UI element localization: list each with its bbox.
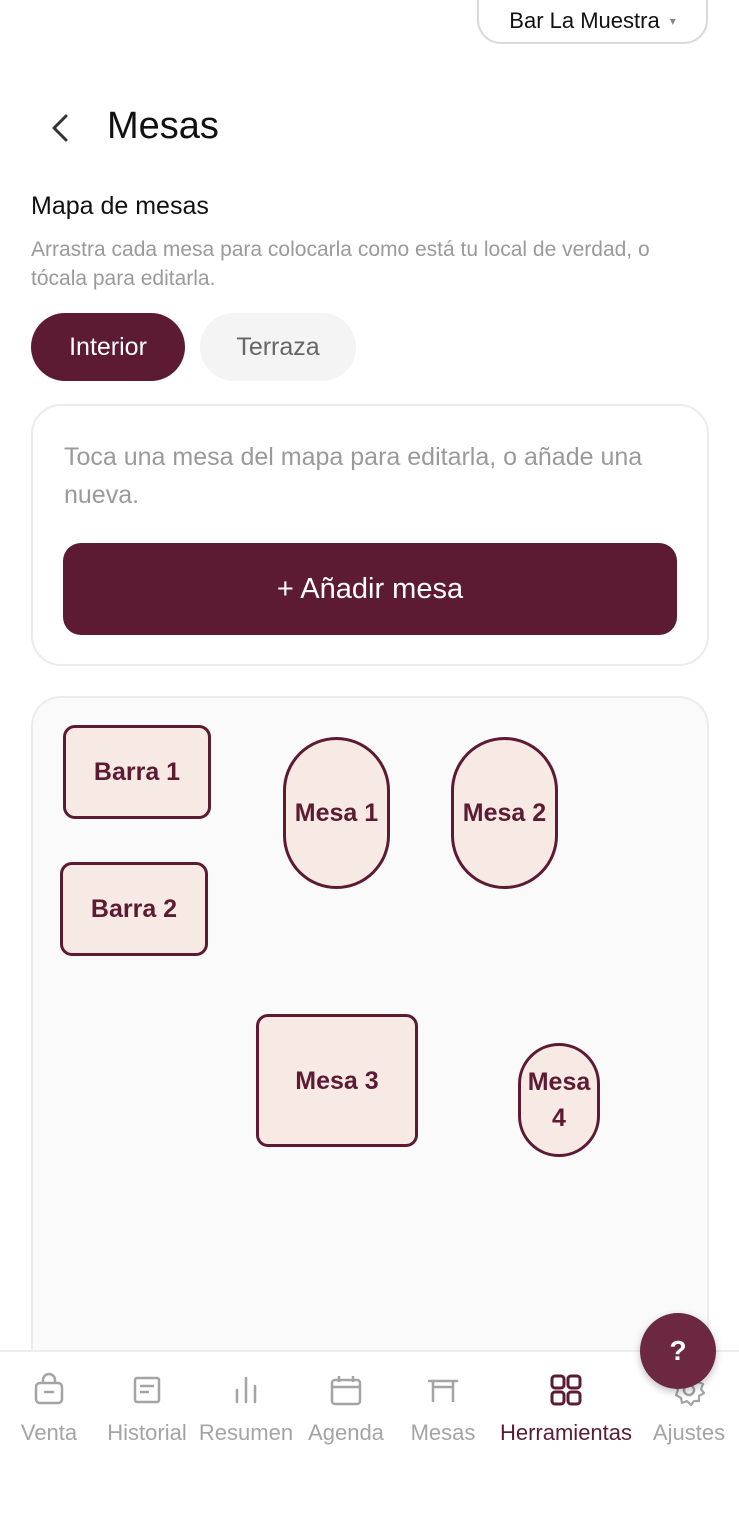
tab-terraza[interactable]: Terraza [200,313,356,381]
nav-item-agenda[interactable]: Agenda [303,1372,389,1446]
chevron-down-icon: ▾ [669,14,676,28]
table-label: Mesa 2 [462,799,547,827]
page-title: Mesas [107,105,219,147]
bottom-nav: Venta Historial Resumen Agenda Mesas Her… [0,1350,739,1525]
section-title: Mapa de mesas [31,192,209,220]
nav-label: Historial [107,1420,187,1445]
table-label: Mesa 4 [527,1068,591,1132]
nav-label: Mesas [410,1420,476,1445]
nav-label: Venta [20,1420,78,1445]
back-arrow-icon[interactable] [44,108,80,148]
edit-table-card: Toca una mesa del mapa para editarla, o … [31,404,709,666]
nav-label: Resumen [198,1420,294,1445]
venue-name: Bar La Muestra [509,8,660,33]
calendar-icon [330,1376,362,1406]
add-table-button[interactable]: + Añadir mesa [63,543,677,635]
venue-selector[interactable]: Bar La Muestra ▾ [477,0,708,44]
edit-hint: Toca una mesa del mapa para editarla, o … [64,443,643,509]
receipt-icon [133,1376,161,1404]
nav-label: Agenda [308,1420,384,1445]
bag-icon [34,1372,64,1405]
nav-item-mesas[interactable]: Mesas [407,1372,479,1446]
bar-chart-icon [235,1376,257,1404]
section-description: Arrastra cada mesa para colocarla como e… [31,238,650,290]
grid-icon [550,1374,582,1406]
table-mesa-3[interactable]: Mesa 3 [256,1014,418,1147]
table-icon [427,1379,459,1402]
table-barra-2[interactable]: Barra 2 [60,862,208,956]
nav-label: Ajustes [652,1420,726,1445]
help-button[interactable]: ? [640,1313,716,1389]
table-barra-1[interactable]: Barra 1 [63,725,211,819]
table-mesa-2[interactable]: Mesa 2 [451,737,558,889]
nav-label: Herramientas [499,1420,633,1445]
tab-interior[interactable]: Interior [31,313,185,381]
table-label: Mesa 1 [294,799,379,827]
nav-item-venta[interactable]: Venta [18,1372,80,1446]
nav-item-historial[interactable]: Historial [101,1372,193,1446]
nav-item-herramientas[interactable]: Herramientas [492,1372,640,1446]
table-map: Barra 1 Barra 2 Mesa 1 Mesa 2 Mesa 3 Mes… [31,696,709,1396]
table-mesa-4[interactable]: Mesa 4 [518,1043,600,1157]
nav-item-resumen[interactable]: Resumen [197,1372,295,1446]
table-mesa-1[interactable]: Mesa 1 [283,737,390,889]
